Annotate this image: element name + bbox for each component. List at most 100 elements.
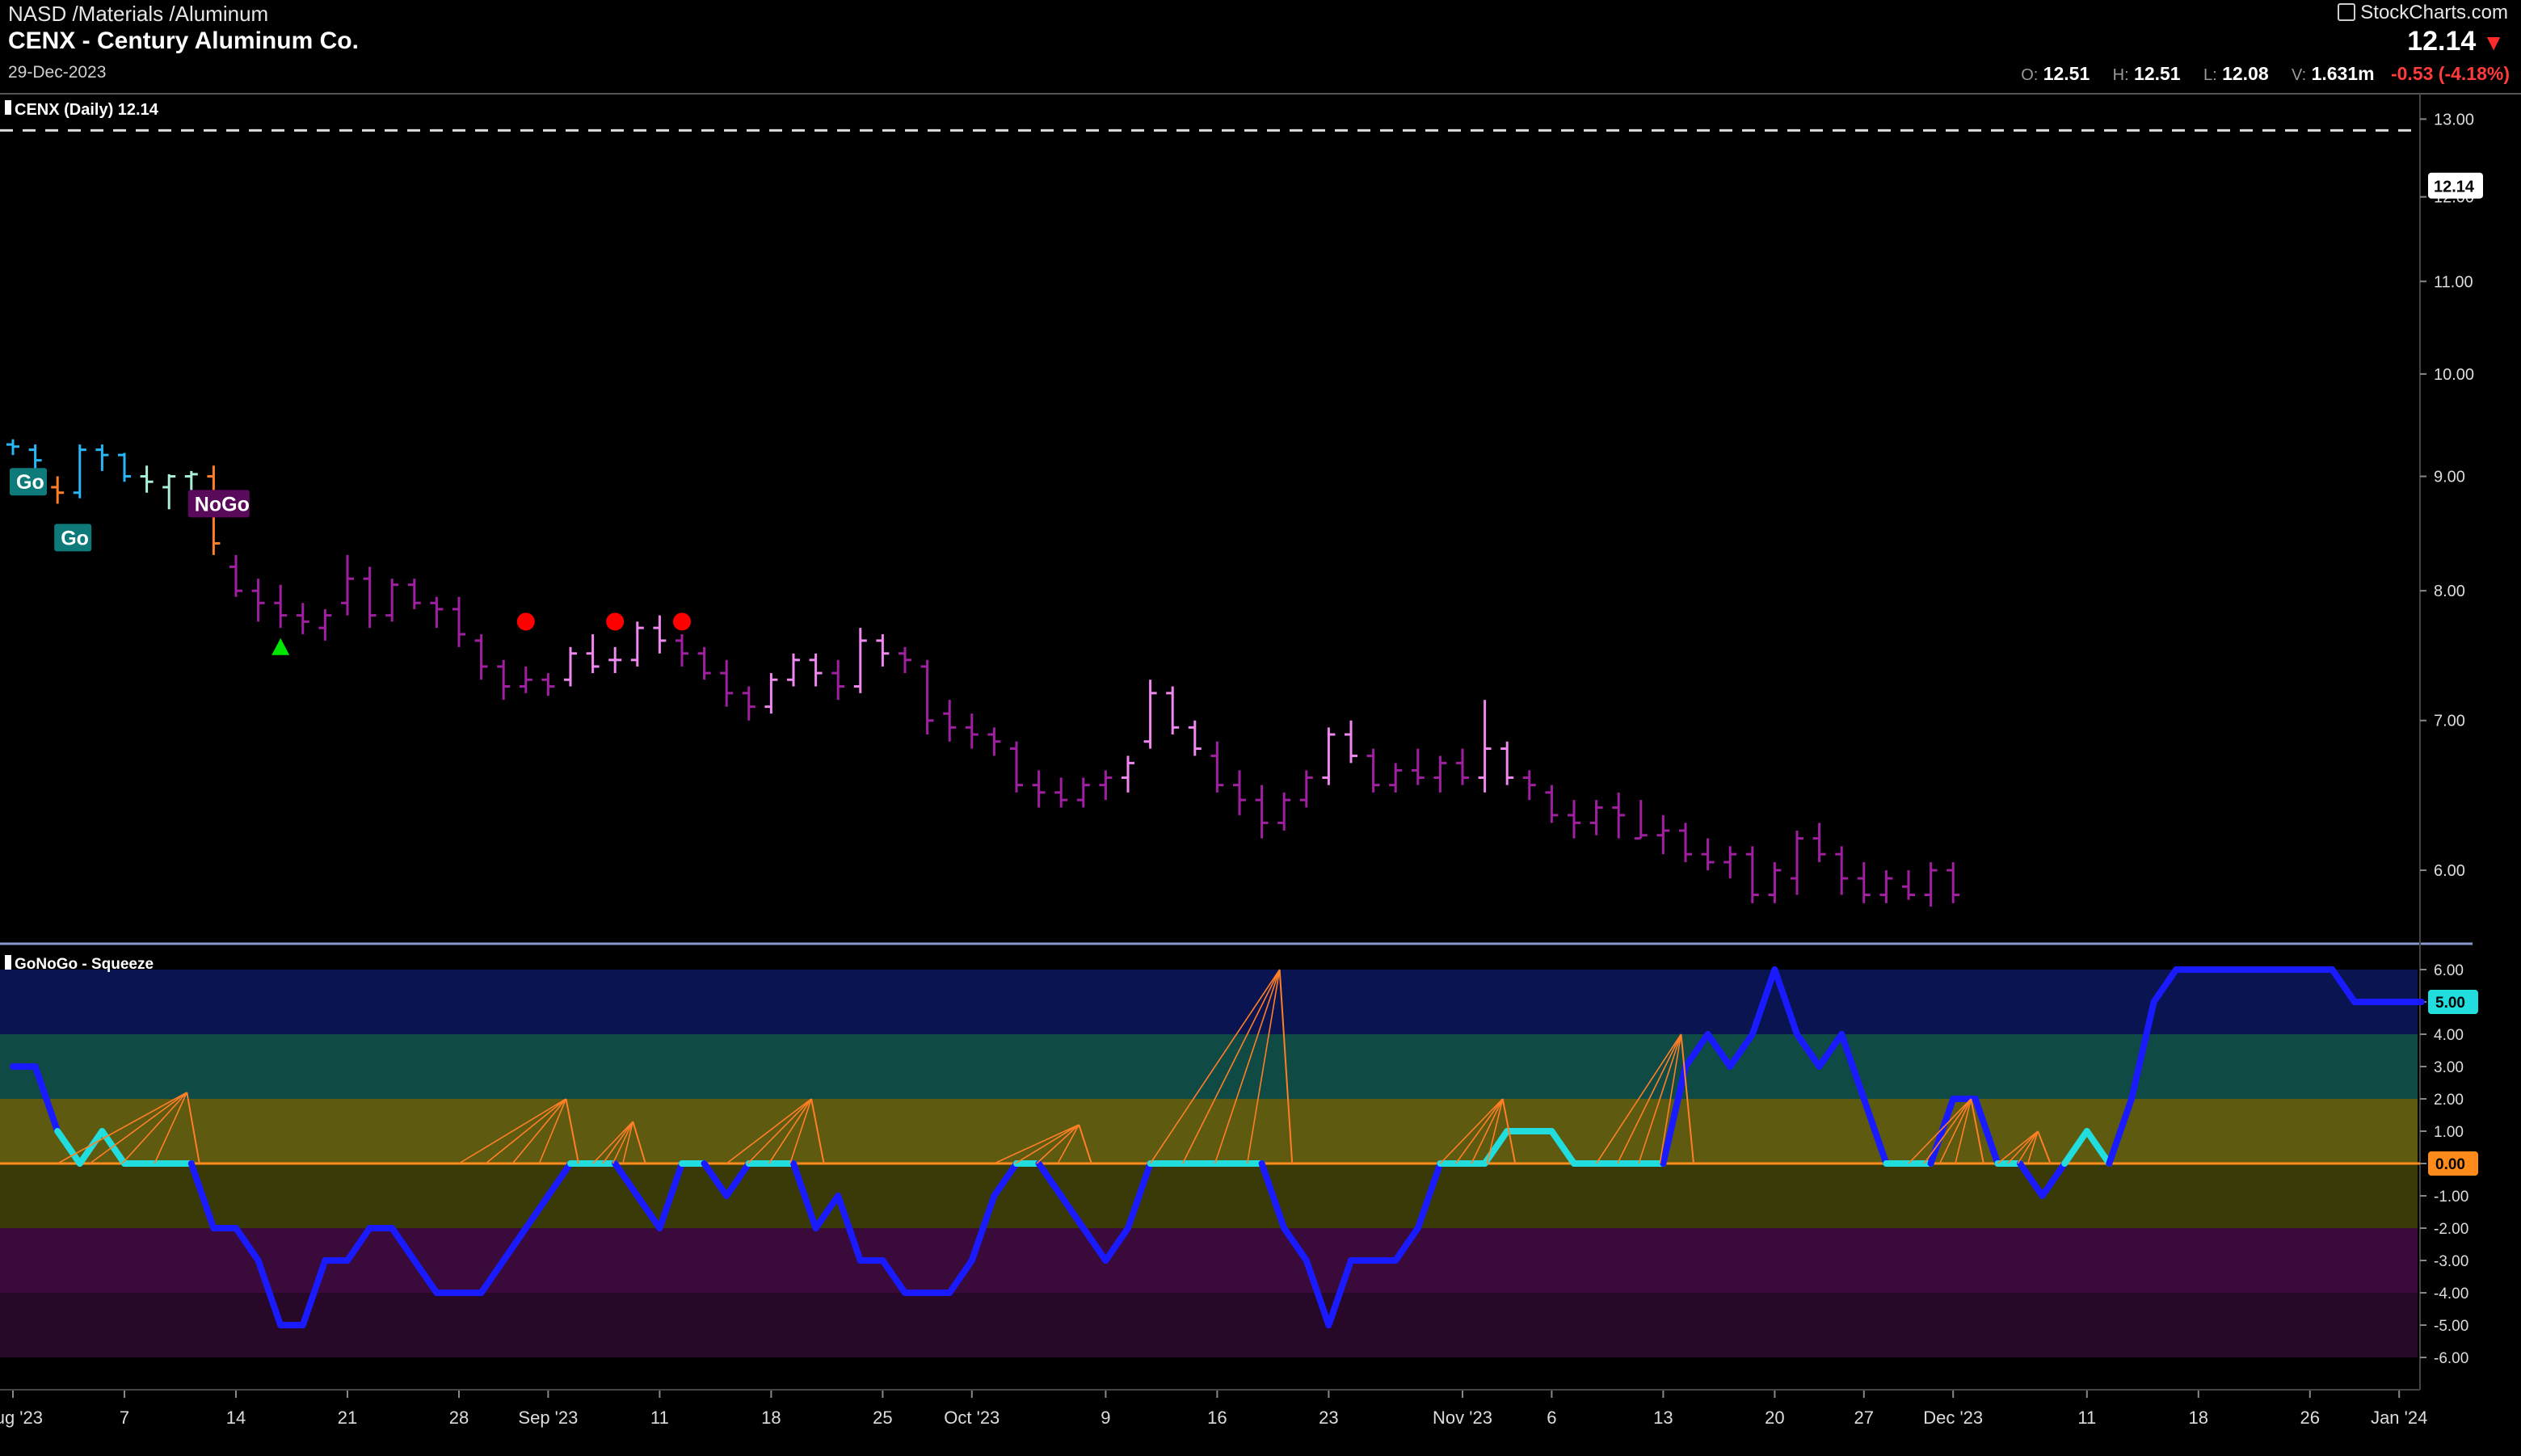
osc-y-tick-label: -3.00: [2434, 1253, 2468, 1270]
price-bar: [296, 603, 309, 634]
price-bar: [1768, 862, 1782, 903]
x-tick-label: Dec '23: [1923, 1408, 1983, 1428]
price-y-tick-label: 11.00: [2434, 273, 2473, 291]
price-bar: [1924, 862, 1938, 907]
price-bar: [1411, 748, 1425, 785]
x-tick-label: 25: [873, 1408, 892, 1428]
price-bar: [1902, 870, 1915, 900]
oscillator-band: [0, 1293, 2418, 1357]
gonogo-label-text: Go: [61, 527, 89, 549]
price-bar: [720, 659, 734, 707]
price-bar: [1679, 823, 1692, 863]
osc-zero-tag-label: 0.00: [2435, 1156, 2465, 1173]
price-bar: [965, 713, 979, 749]
price-bar: [318, 608, 332, 641]
signal-dot: [673, 612, 691, 631]
x-tick-label: 28: [449, 1408, 469, 1428]
x-tick-label: Nov '23: [1433, 1408, 1492, 1428]
price-bar: [943, 700, 957, 742]
osc-y-tick-label: -1.00: [2434, 1189, 2468, 1206]
osc-y-tick-label: 3.00: [2434, 1059, 2464, 1076]
price-bar: [1366, 748, 1380, 793]
price-bar: [140, 465, 154, 493]
price-bar: [1589, 800, 1603, 835]
price-bar: [1433, 755, 1447, 793]
price-bar: [452, 596, 465, 647]
price-bar: [251, 579, 265, 622]
price-bar: [853, 628, 867, 693]
price-bar: [1522, 770, 1536, 801]
signal-triangle-up: [271, 638, 290, 655]
price-bar: [363, 566, 377, 629]
signal-dot: [516, 612, 535, 631]
price-y-tick-label: 9.00: [2434, 469, 2465, 486]
price-bar: [1791, 830, 1803, 895]
price-bar: [920, 659, 934, 735]
price-bar: [1255, 785, 1269, 839]
x-tick-label: 16: [1207, 1408, 1227, 1428]
price-bar: [519, 666, 532, 693]
price-bar: [1612, 792, 1626, 839]
osc-y-tick-label: -2.00: [2434, 1221, 2468, 1238]
price-bar: [787, 653, 800, 687]
osc-y-tick-label: -4.00: [2434, 1286, 2468, 1302]
price-bar: [899, 646, 911, 674]
price-bar: [586, 633, 600, 674]
price-legend-swatch: [5, 100, 11, 115]
signal-dot: [606, 612, 625, 631]
price-y-tick-label: 8.00: [2434, 583, 2465, 600]
gonogo-label-text: Go: [16, 471, 44, 494]
x-tick-label: Oct '23: [944, 1408, 1000, 1428]
price-bar: [1456, 748, 1469, 785]
price-bar: [385, 579, 399, 622]
x-tick-label: 14: [226, 1408, 246, 1428]
price-bar: [184, 470, 198, 493]
x-tick-label: Aug '23: [0, 1408, 43, 1428]
x-tick-label: Sep '23: [518, 1408, 578, 1428]
osc-y-tick-label: 6.00: [2434, 962, 2464, 979]
price-bar: [1210, 741, 1224, 793]
price-bar: [1032, 770, 1046, 808]
price-bar: [407, 579, 421, 609]
price-bar: [742, 686, 755, 721]
price-bar: [430, 596, 444, 629]
price-bar: [6, 439, 19, 456]
price-bar: [1389, 763, 1403, 793]
oscillator-band: [0, 1099, 2418, 1164]
price-bar: [1277, 792, 1291, 831]
price-bar: [764, 673, 778, 714]
price-bar: [541, 673, 555, 696]
price-bar: [1166, 686, 1180, 735]
price-bar: [1299, 770, 1313, 808]
price-bar: [1076, 777, 1090, 808]
price-bar: [876, 633, 890, 667]
price-bar: [1143, 680, 1157, 749]
price-bar: [1634, 800, 1648, 840]
oscillator-title: GoNoGo - Squeeze: [15, 956, 154, 973]
price-bar: [1233, 770, 1246, 815]
price-bar: [118, 452, 131, 482]
price-bar: [51, 476, 65, 504]
x-tick-label: 26: [2300, 1408, 2320, 1428]
x-tick-label: 18: [2189, 1408, 2208, 1428]
x-tick-label: 21: [338, 1408, 357, 1428]
price-bar: [697, 646, 711, 680]
price-bar: [564, 646, 577, 687]
price-bar: [497, 659, 511, 701]
price-bar: [1812, 823, 1826, 863]
price-bar: [1188, 720, 1202, 756]
x-tick-label: 6: [1547, 1408, 1556, 1428]
gonogo-label: Go: [10, 468, 47, 496]
price-bar: [1500, 741, 1514, 785]
osc-last-tag-label: 5.00: [2435, 995, 2465, 1012]
osc-y-tick-label: -6.00: [2434, 1350, 2468, 1367]
osc-y-tick-label: 1.00: [2434, 1124, 2464, 1141]
price-bar: [1745, 846, 1759, 903]
x-tick-label: 18: [761, 1408, 781, 1428]
price-bar: [274, 584, 288, 629]
price-bar: [1879, 870, 1893, 903]
gonogo-label-text: NoGo: [195, 493, 250, 515]
price-bar: [1656, 814, 1670, 855]
price-bar: [1545, 785, 1559, 823]
price-bar: [95, 444, 109, 471]
